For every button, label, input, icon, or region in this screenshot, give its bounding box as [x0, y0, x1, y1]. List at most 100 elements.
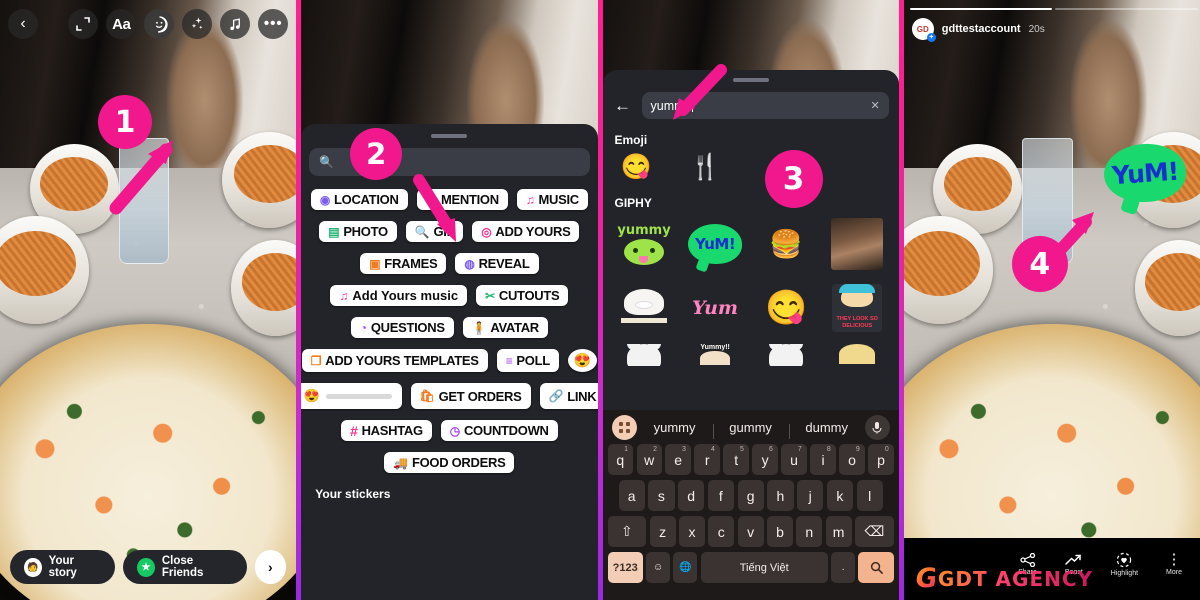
emoji-result[interactable]: 😋	[621, 153, 652, 182]
highlight-button[interactable]: Highlight	[1111, 552, 1138, 577]
sticker-hashtag[interactable]: # HASHTAG	[341, 420, 432, 441]
giphy-result-dancing-burger[interactable]: 🍔	[755, 216, 818, 272]
next-button[interactable]: ›	[254, 550, 287, 584]
key-search[interactable]	[858, 552, 894, 583]
sticker-location[interactable]: ◉ LOCATION	[310, 189, 408, 210]
giphy-result-blond-partial[interactable]	[826, 344, 889, 366]
key-h[interactable]: h	[767, 480, 794, 511]
sticker-photo[interactable]: ▤ PHOTO	[319, 221, 397, 242]
key-period[interactable]: .	[831, 552, 855, 583]
keyboard-grid-icon[interactable]	[611, 414, 637, 440]
key-k[interactable]: k	[826, 480, 853, 511]
key-d[interactable]: d	[678, 480, 705, 511]
sticker-link[interactable]: 🔗 LINK	[539, 383, 598, 409]
your-story-label: Your story	[48, 555, 77, 579]
username-label[interactable]: gdttestaccount	[942, 23, 1021, 35]
key-c[interactable]: c	[708, 516, 735, 547]
key-m[interactable]: m	[825, 516, 852, 547]
key-z[interactable]: z	[649, 516, 676, 547]
key-q[interactable]: q1	[607, 444, 633, 475]
slider-track[interactable]	[325, 393, 392, 399]
drag-handle[interactable]	[431, 134, 468, 138]
key-e[interactable]: e3	[665, 444, 691, 475]
sticker-label: CUTOUTS	[498, 288, 560, 303]
more-options-button[interactable]: •••	[258, 9, 289, 39]
sticker-emoji-reaction[interactable]: 😍	[567, 349, 597, 372]
sticker-questions[interactable]: ◔ QUESTIONS	[350, 317, 454, 338]
your-story-button[interactable]: 🧑 Your story	[10, 550, 116, 584]
emoji-result[interactable]: 🍴	[690, 153, 721, 182]
sticker-poll[interactable]: ≡ POLL	[496, 349, 559, 372]
key-j[interactable]: j	[797, 480, 824, 511]
sticker-add-yours-templates[interactable]: ❐ ADD YOURS TEMPLATES	[301, 349, 488, 372]
key-v[interactable]: v	[737, 516, 764, 547]
back-button[interactable]: ‹	[8, 9, 38, 39]
sticker-music[interactable]: ♫ MUSIC	[516, 189, 588, 210]
key-s[interactable]: s	[648, 480, 675, 511]
sparkles-icon	[191, 17, 203, 29]
music-button[interactable]	[220, 9, 251, 39]
sticker-label: PHOTO	[343, 224, 388, 239]
mic-icon[interactable]	[864, 414, 890, 440]
key-i[interactable]: i8	[810, 444, 836, 475]
key-r[interactable]: r4	[694, 444, 720, 475]
giphy-result-yummy-bald-partial[interactable]: Yummy!!	[684, 344, 747, 366]
key-p[interactable]: p0	[868, 444, 894, 475]
crop-button[interactable]	[68, 9, 99, 39]
giphy-result-yummy-green-face[interactable]: yummy	[613, 216, 676, 272]
sticker-add-yours-music[interactable]: ♫ Add Yours music	[330, 285, 468, 306]
giphy-result-man-chef-kiss[interactable]	[826, 216, 889, 272]
effects-button[interactable]	[182, 9, 213, 39]
giphy-result-yum-bubble[interactable]: YuM!	[684, 216, 747, 272]
giphy-result-bear-partial[interactable]	[613, 344, 676, 366]
key-globe[interactable]: 🌐	[673, 552, 698, 583]
close-friends-button[interactable]: ★ Close Friends	[123, 550, 247, 584]
suggestion-word[interactable]: gummy	[712, 420, 789, 439]
watermark: G GDT AGENCY	[916, 563, 1093, 594]
key-x[interactable]: x	[679, 516, 705, 547]
sticker-countdown[interactable]: ◷ COUNTDOWN	[440, 420, 558, 441]
key-backspace[interactable]: ⌫	[855, 516, 894, 547]
key-u[interactable]: u7	[781, 444, 807, 475]
sticker-avatar[interactable]: 🧍 AVATAR	[462, 317, 548, 338]
more-button[interactable]: ⋮ More	[1166, 552, 1182, 576]
virtual-keyboard: yummy gummy dummy q1 w2 e3 r4 t5 y6 u7 i…	[602, 410, 899, 600]
suggestion-word[interactable]: dummy	[788, 420, 865, 439]
giphy-result-smiling-emoji[interactable]: 😋	[755, 280, 818, 336]
giphy-result-bunny-table[interactable]	[613, 280, 676, 336]
clear-icon[interactable]: ✕	[871, 99, 880, 112]
sticker-get-orders[interactable]: 🛍 GET ORDERS	[410, 383, 531, 409]
giphy-results-grid: yummy YuM! 🍔 Yum 😋 THEY LOOK SO DELICIOU…	[613, 216, 889, 366]
sticker-emoji-slider[interactable]: 😍	[301, 383, 402, 409]
sticker-label: AVATAR	[490, 320, 539, 335]
key-numeric[interactable]: ?123	[607, 552, 643, 583]
sticker-tool-button[interactable]	[144, 9, 175, 39]
text-tool-button[interactable]: Aa	[106, 9, 137, 39]
giphy-result-bear2-partial[interactable]	[755, 344, 818, 366]
key-l[interactable]: l	[856, 480, 883, 511]
sticker-label: ADD YOURS TEMPLATES	[325, 353, 479, 368]
key-y[interactable]: y6	[752, 444, 778, 475]
key-n[interactable]: n	[796, 516, 823, 547]
key-a[interactable]: a	[618, 480, 645, 511]
key-b[interactable]: b	[767, 516, 793, 547]
key-g[interactable]: g	[737, 480, 764, 511]
sticker-label: FOOD ORDERS	[411, 455, 506, 470]
sticker-add-yours[interactable]: ◎ ADD YOURS	[472, 221, 580, 242]
key-shift[interactable]: ⇧	[607, 516, 647, 547]
avatar[interactable]: GD +	[911, 18, 936, 42]
giphy-result-yum-pink-script[interactable]: Yum	[684, 280, 747, 336]
step-badge-3: 3	[764, 150, 823, 208]
key-f[interactable]: f	[707, 480, 734, 511]
key-emoji[interactable]: ☺	[646, 552, 670, 583]
smiling-emoji-icon: 😋	[764, 289, 808, 327]
key-w[interactable]: w2	[636, 444, 662, 475]
key-t[interactable]: t5	[723, 444, 749, 475]
back-arrow-icon[interactable]: ←	[613, 96, 633, 116]
key-space[interactable]: Tiếng Việt	[700, 552, 828, 583]
suggestion-word[interactable]: yummy	[637, 420, 713, 435]
key-o[interactable]: o9	[839, 444, 865, 475]
giphy-result-cartman-delicious[interactable]: THEY LOOK SO DELICIOUS	[826, 280, 889, 336]
sticker-food-orders[interactable]: 🚚 FOOD ORDERS	[384, 452, 515, 473]
sticker-cutouts[interactable]: ✂ CUTOUTS	[476, 285, 569, 306]
